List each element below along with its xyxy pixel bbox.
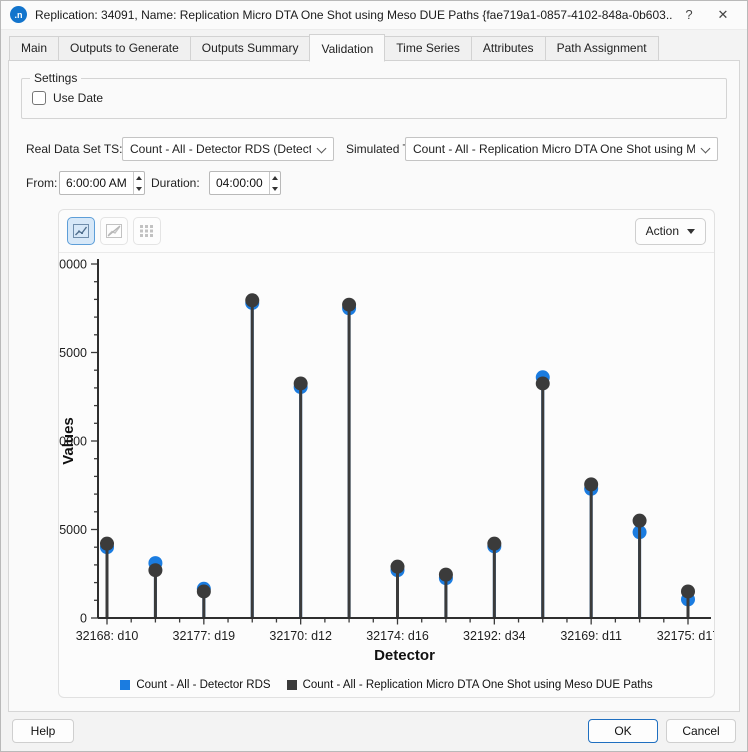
x-tick-label: 32169: d11 (560, 629, 622, 643)
legend-item-0: Count - All - Detector RDS (120, 679, 271, 691)
tab-time-series[interactable]: Time Series (384, 36, 472, 61)
data-point[interactable] (438, 567, 453, 582)
stem-plot-view-icon (73, 224, 89, 238)
spinner-buttons (132, 172, 144, 194)
x-tick-label: 32174: d16 (366, 629, 429, 643)
x-tick-label: 32175: d17 (657, 629, 714, 643)
y-tick-label: 0 (80, 612, 87, 626)
duration-spinbox[interactable]: 04:00:00 (209, 171, 281, 195)
data-point[interactable] (245, 293, 260, 308)
use-date-checkbox[interactable] (32, 91, 46, 105)
duration-label: Duration: (151, 176, 200, 190)
x-tick-label: 32168: d10 (76, 629, 139, 643)
validation-tab-page: Settings Use Date Real Data Set TS: Coun… (8, 60, 740, 712)
series-1-stems (100, 293, 695, 617)
spin-down-icon[interactable] (134, 183, 144, 194)
caret-down-icon (687, 228, 695, 234)
data-point[interactable] (100, 536, 114, 551)
data-point[interactable] (342, 297, 357, 312)
x-tick-label: 32177: d19 (173, 629, 236, 643)
tab-validation[interactable]: Validation (309, 34, 386, 62)
real-data-set-label: Real Data Set TS: (26, 142, 123, 156)
action-button-label: Action (645, 224, 679, 238)
legend-label: Count - All - Replication Micro DTA One … (302, 679, 653, 691)
spin-up-icon[interactable] (134, 172, 144, 183)
window-title: Replication: 34091, Name: Replication Mi… (35, 7, 672, 22)
legend-swatch-icon (286, 680, 297, 690)
ok-button[interactable]: OK (588, 719, 658, 743)
legend-item-1: Count - All - Replication Micro DTA One … (286, 679, 653, 691)
duration-value: 04:00:00 (216, 176, 263, 190)
use-date-row[interactable]: Use Date (32, 91, 103, 105)
simulated-ts-value: Count - All - Replication Micro DTA One … (413, 142, 695, 156)
spin-up-icon[interactable] (270, 172, 280, 183)
data-point[interactable] (293, 376, 308, 391)
action-menu-button[interactable]: Action (634, 217, 706, 245)
tab-attributes[interactable]: Attributes (470, 36, 546, 61)
data-point[interactable] (196, 584, 211, 599)
chart-legend: Count - All - Detector RDS Count - All - … (59, 676, 714, 694)
real-data-set-value: Count - All - Detector RDS (Detector) (130, 142, 311, 156)
close-icon[interactable]: ✕ (706, 1, 740, 29)
real-data-set-combobox[interactable]: Count - All - Detector RDS (Detector) (122, 137, 334, 161)
cancel-button[interactable]: Cancel (666, 719, 736, 743)
legend-swatch-icon (120, 680, 131, 690)
spin-down-icon[interactable] (270, 183, 280, 194)
y-tick-label: 5000 (59, 523, 87, 537)
chevron-down-icon (316, 143, 327, 154)
stem-plot-view-button[interactable] (67, 217, 95, 245)
y-tick-label: 15000 (59, 346, 87, 360)
title-bar: .n Replication: 34091, Name: Replication… (0, 0, 748, 30)
stem-chart[interactable]: 0500010000150002000032168: d1032177: d19… (59, 254, 714, 677)
app-logo-icon: .n (10, 6, 27, 23)
tab-outputs-to-generate[interactable]: Outputs to Generate (58, 36, 191, 61)
spinner-buttons (268, 172, 280, 194)
help-titlebar-button[interactable]: ? (672, 1, 706, 29)
data-point[interactable] (632, 513, 647, 528)
simulated-ts-combobox[interactable]: Count - All - Replication Micro DTA One … (405, 137, 718, 161)
data-point[interactable] (535, 376, 550, 391)
y-axis-title: Values (60, 417, 77, 465)
chart-axes: 0500010000150002000032168: d1032177: d19… (59, 258, 714, 644)
x-tick-label: 32192: d34 (463, 629, 526, 643)
settings-group-title: Settings (30, 71, 82, 85)
legend-label: Count - All - Detector RDS (136, 679, 271, 691)
table-view-button (133, 217, 161, 245)
use-date-label: Use Date (53, 91, 104, 105)
table-view-icon (140, 225, 153, 237)
x-tick-label: 32170: d12 (269, 629, 332, 643)
data-point[interactable] (487, 536, 502, 551)
data-point[interactable] (390, 559, 405, 574)
tab-main[interactable]: Main (9, 36, 60, 61)
tab-path-assignment[interactable]: Path Assignment (544, 36, 659, 61)
help-button[interactable]: Help (12, 719, 74, 743)
chevron-down-icon (700, 143, 711, 154)
data-point[interactable] (584, 477, 599, 492)
tab-bar: Main Outputs to Generate Outputs Summary Va… (9, 34, 739, 62)
stem-plot-alt-view-button (100, 217, 128, 245)
tab-outputs-summary[interactable]: Outputs Summary (189, 36, 311, 61)
data-point[interactable] (681, 584, 695, 599)
chart-toolbar: Action (59, 210, 714, 253)
from-time-value: 6:00:00 AM (66, 176, 127, 190)
from-label: From: (26, 176, 58, 190)
x-axis-title: Detector (374, 647, 435, 664)
from-time-spinbox[interactable]: 6:00:00 AM (59, 171, 145, 195)
validation-chart-panel: Action 0500010000150002000032168: d10321… (58, 209, 715, 698)
stem-plot-alt-view-icon (106, 224, 122, 238)
settings-groupbox: Settings Use Date (21, 71, 727, 119)
data-point[interactable] (148, 563, 163, 578)
y-tick-label: 20000 (59, 258, 87, 272)
